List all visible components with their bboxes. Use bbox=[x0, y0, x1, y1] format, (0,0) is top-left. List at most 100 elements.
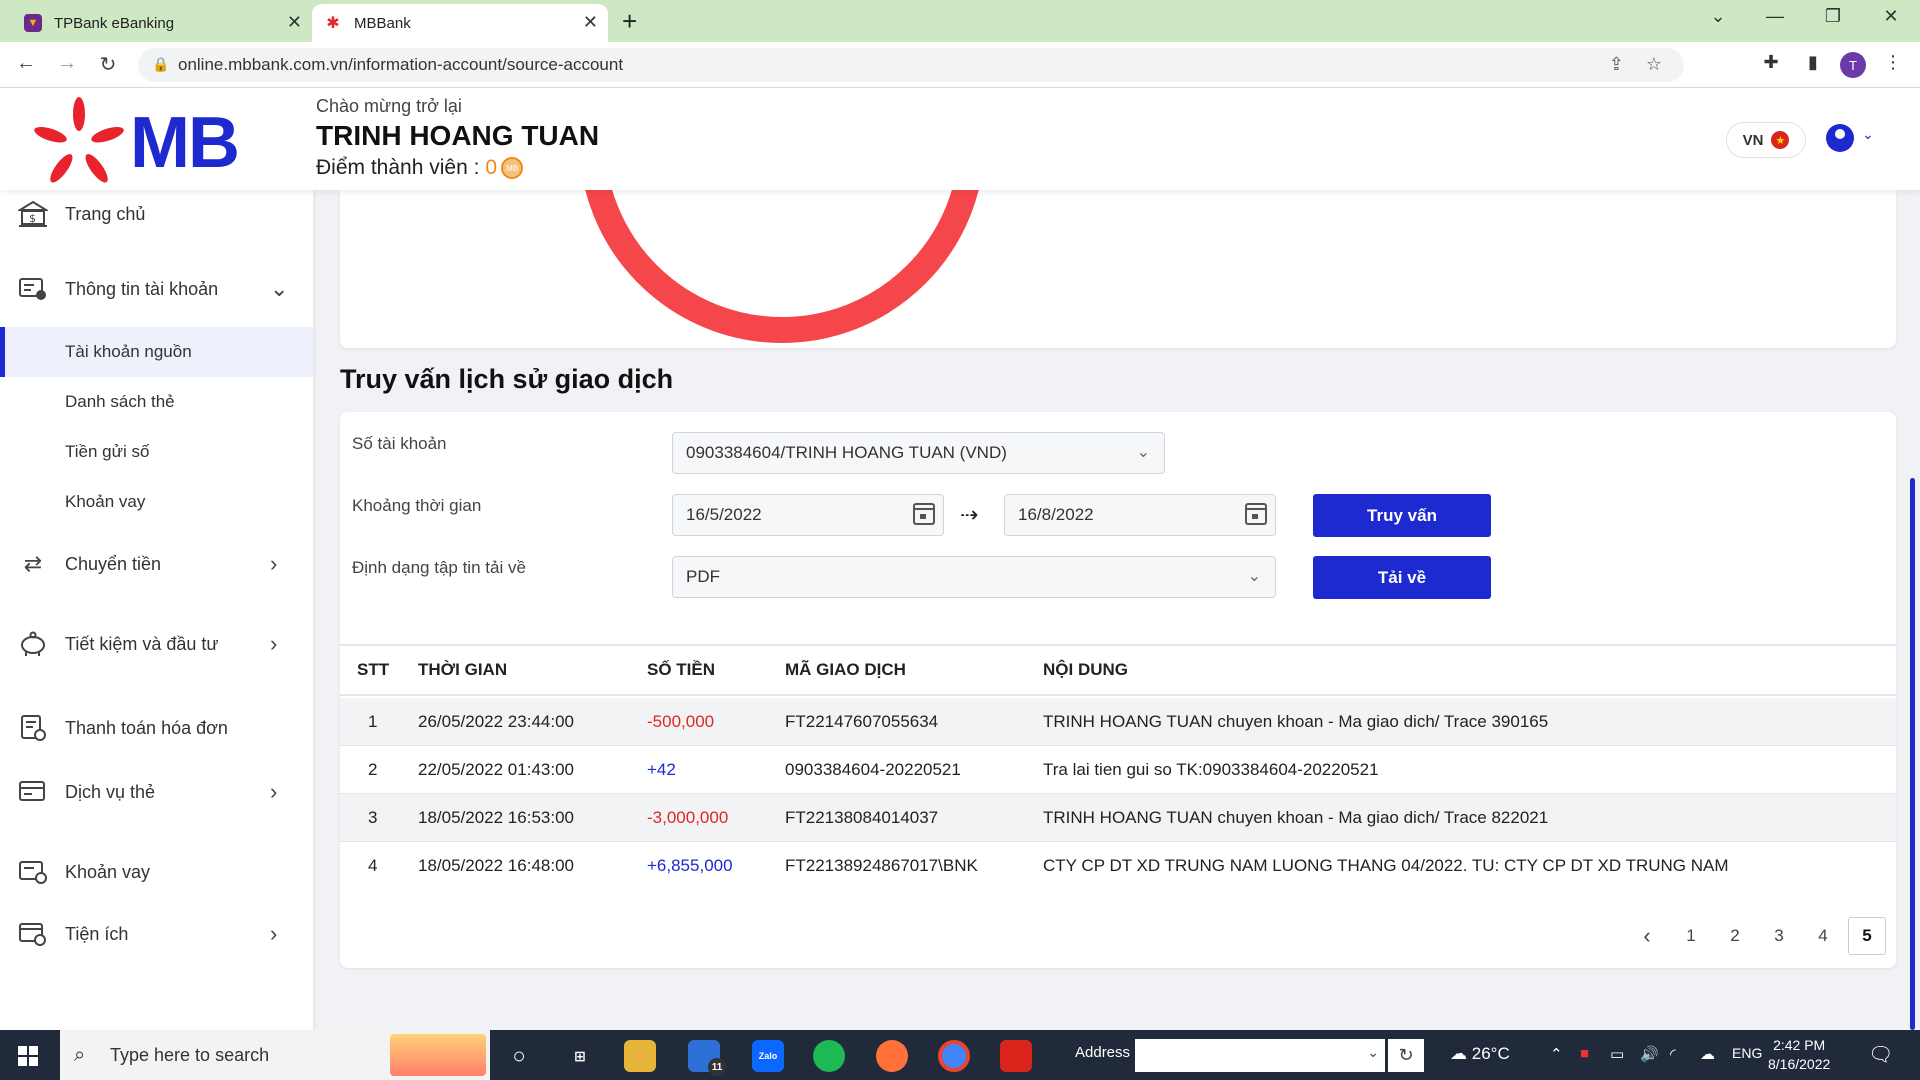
file-format-select[interactable]: PDF ⌄ bbox=[672, 556, 1276, 598]
close-icon[interactable]: ✕ bbox=[583, 12, 598, 33]
date-from-input[interactable]: 16/5/2022 bbox=[672, 494, 944, 536]
address-bar[interactable]: 🔒 online.mbbank.com.vn/information-accou… bbox=[138, 48, 1684, 82]
sidebar-item-home[interactable]: $ Trang chủ bbox=[0, 194, 313, 234]
sidebar-item-bill-payment[interactable]: Thanh toán hóa đơn bbox=[0, 708, 313, 748]
chevron-down-icon[interactable]: ⌄ bbox=[1367, 1044, 1379, 1061]
wifi-icon[interactable]: ◜ bbox=[1670, 1045, 1676, 1063]
row-content: TRINH HOANG TUAN chuyen khoan - Ma giao … bbox=[1043, 711, 1549, 731]
pagination-page[interactable]: 4 bbox=[1804, 917, 1842, 955]
sidebar-item-loans[interactable]: Khoản vay bbox=[0, 852, 313, 892]
star-bookmark-icon[interactable]: ☆ bbox=[1646, 54, 1662, 75]
row-amount: +42 bbox=[647, 759, 676, 779]
pagination-page[interactable]: 1 bbox=[1672, 917, 1710, 955]
language-label: VN bbox=[1742, 131, 1764, 149]
battery-icon[interactable]: ▭ bbox=[1610, 1045, 1624, 1063]
table-row[interactable]: 2 22/05/2022 01:43:00 +42 0903384604-202… bbox=[340, 746, 1896, 794]
pagination-page[interactable]: 3 bbox=[1760, 917, 1798, 955]
sidebar-item-card-services[interactable]: Dịch vụ thẻ › bbox=[0, 772, 313, 812]
back-arrow-icon[interactable]: ← bbox=[12, 52, 40, 75]
close-icon[interactable]: ✕ bbox=[287, 12, 302, 33]
search-icon: ⌕ bbox=[74, 1044, 86, 1066]
input-language[interactable]: ENG bbox=[1732, 1045, 1762, 1061]
chevron-down-icon[interactable]: ⌄ bbox=[270, 276, 288, 302]
user-account-icon[interactable] bbox=[1826, 124, 1854, 152]
pagination-prev-icon[interactable]: ‹ bbox=[1628, 917, 1666, 955]
sidebar-subitem-loan[interactable]: Khoản vay bbox=[0, 477, 313, 527]
column-header: NỘI DUNG bbox=[1043, 660, 1128, 679]
tab-mbbank[interactable]: ✱ MBBank ✕ bbox=[312, 4, 608, 42]
language-switch[interactable]: VN ★ bbox=[1726, 122, 1806, 158]
account-card-icon bbox=[18, 274, 48, 304]
chevron-right-icon[interactable]: › bbox=[270, 551, 277, 577]
menu-kebab-icon[interactable]: ⋮ bbox=[1880, 52, 1906, 73]
file-explorer-icon[interactable] bbox=[624, 1040, 656, 1072]
chevron-down-icon[interactable]: ⌄ bbox=[1862, 126, 1874, 143]
sidebar-item-account-info[interactable]: Thông tin tài khoản ⌄ bbox=[0, 269, 313, 309]
pagination-page-current[interactable]: 5 bbox=[1848, 917, 1886, 955]
zalo-icon[interactable]: Zalo bbox=[752, 1040, 784, 1072]
sidebar-item-transfer[interactable]: ⇄ Chuyển tiền › bbox=[0, 544, 313, 584]
points-value: 0 bbox=[485, 156, 498, 179]
volume-icon[interactable]: 🔊 bbox=[1640, 1045, 1659, 1063]
forward-arrow-icon[interactable]: → bbox=[53, 52, 81, 75]
row-time: 26/05/2022 23:44:00 bbox=[418, 711, 574, 731]
sidebar-subitem-card-list[interactable]: Danh sách thẻ bbox=[0, 377, 313, 427]
refresh-icon[interactable]: ↻ bbox=[1388, 1039, 1424, 1072]
task-view-icon[interactable]: ⊞ bbox=[564, 1040, 596, 1072]
page-scrollbar[interactable] bbox=[1910, 478, 1915, 1030]
weather-widget[interactable]: ☁ 26°C bbox=[1450, 1044, 1510, 1064]
mail-icon[interactable]: 11 bbox=[688, 1040, 726, 1076]
extensions-puzzle-icon[interactable]: ✚ bbox=[1758, 52, 1784, 73]
notification-icon[interactable]: 🗨 bbox=[1868, 1042, 1893, 1067]
system-clock[interactable]: 2:42 PM 8/16/2022 bbox=[1768, 1036, 1830, 1074]
onedrive-cloud-icon[interactable]: ☁ bbox=[1700, 1045, 1715, 1063]
chevron-right-icon[interactable]: › bbox=[270, 921, 277, 947]
firefox-icon[interactable] bbox=[876, 1040, 908, 1072]
tab-search-chevron-icon[interactable]: ⌄ bbox=[1703, 6, 1733, 27]
card-service-icon bbox=[18, 777, 48, 807]
loan-icon bbox=[18, 857, 48, 887]
date-to-input[interactable]: 16/8/2022 bbox=[1004, 494, 1276, 536]
new-tab-plus-icon[interactable]: + bbox=[622, 6, 637, 37]
tray-app-icon[interactable]: ■ bbox=[1580, 1045, 1589, 1062]
windows-start-icon[interactable] bbox=[18, 1046, 38, 1066]
row-stt: 3 bbox=[368, 807, 378, 827]
acrobat-icon[interactable] bbox=[1000, 1040, 1032, 1072]
pagination-page[interactable]: 2 bbox=[1716, 917, 1754, 955]
taskbar-address-input[interactable]: ⌄ bbox=[1135, 1039, 1385, 1072]
sidebar-item-savings[interactable]: Tiết kiệm và đầu tư › bbox=[0, 624, 313, 664]
column-header: THỜI GIAN bbox=[418, 660, 508, 679]
row-time: 18/05/2022 16:53:00 bbox=[418, 807, 574, 827]
minimize-icon[interactable]: — bbox=[1760, 6, 1790, 27]
chrome-icon[interactable] bbox=[938, 1040, 970, 1072]
calendar-icon[interactable] bbox=[913, 503, 935, 525]
share-icon[interactable]: ⇪ bbox=[1609, 54, 1624, 75]
chevron-right-icon[interactable]: › bbox=[270, 779, 277, 805]
tab-tpbank[interactable]: ▼ TPBank eBanking ✕ bbox=[12, 4, 312, 42]
taskbar-search[interactable]: ⌕ Type here to search bbox=[60, 1030, 490, 1080]
account-select[interactable]: 0903384604/TRINH HOANG TUAN (VND) ⌄ bbox=[672, 432, 1165, 474]
cortana-circle-icon[interactable]: ○ bbox=[503, 1040, 535, 1072]
table-row[interactable]: 3 18/05/2022 16:53:00 -3,000,000 FT22138… bbox=[340, 794, 1896, 842]
chevron-right-icon[interactable]: › bbox=[270, 631, 277, 657]
sidebar-item-label: Khoản vay bbox=[65, 861, 151, 882]
sidebar-item-utilities[interactable]: Tiện ích › bbox=[0, 914, 313, 954]
row-code: 0903384604-20220521 bbox=[785, 759, 961, 779]
download-button[interactable]: Tải về bbox=[1313, 556, 1491, 599]
spotify-icon[interactable] bbox=[813, 1040, 845, 1072]
query-button[interactable]: Truy vấn bbox=[1313, 494, 1491, 537]
tray-chevron-up-icon[interactable]: ⌃ bbox=[1550, 1045, 1563, 1063]
table-row[interactable]: 1 26/05/2022 23:44:00 -500,000 FT2214760… bbox=[340, 698, 1896, 746]
table-row[interactable]: 4 18/05/2022 16:48:00 +6,855,000 FT22138… bbox=[340, 842, 1896, 890]
reload-icon[interactable]: ↻ bbox=[94, 52, 122, 77]
sidebar-subitem-source-account[interactable]: Tài khoản nguồn bbox=[0, 327, 313, 377]
calendar-icon[interactable] bbox=[1245, 503, 1267, 525]
sidebar-subitem-digital-deposit[interactable]: Tiền gửi số bbox=[0, 427, 313, 477]
side-panel-icon[interactable]: ▮ bbox=[1800, 52, 1826, 73]
profile-avatar[interactable]: T bbox=[1840, 52, 1866, 78]
balance-donut-chart bbox=[585, 190, 979, 343]
restore-icon[interactable]: ❐ bbox=[1818, 6, 1848, 27]
window-close-icon[interactable]: ✕ bbox=[1876, 6, 1906, 27]
column-header: STT bbox=[357, 660, 390, 679]
weather-cloud-icon: ☁ bbox=[1450, 1044, 1467, 1063]
